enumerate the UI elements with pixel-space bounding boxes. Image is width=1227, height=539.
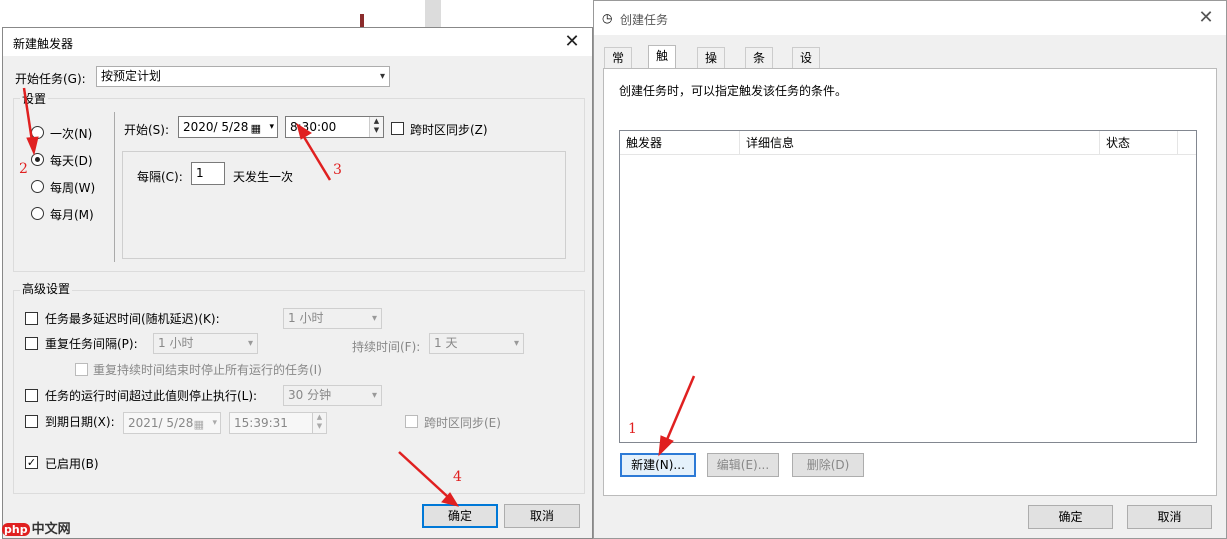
annotation-arrowhead-1: [658, 435, 674, 457]
annotation-layer: [22, 87, 696, 507]
annotation-arrow-1: [664, 375, 696, 443]
annotation-4: 4: [453, 469, 462, 485]
watermark-logo: php 中文网: [2, 518, 71, 537]
annotation-2: 2: [19, 161, 28, 177]
watermark-text: 中文网: [31, 522, 71, 537]
annotation-arrow-4: [398, 451, 449, 498]
annotation-arrow-2: [22, 87, 34, 142]
annotation-arrow-3: [302, 136, 332, 181]
annotation-arrowhead-3: [296, 122, 312, 140]
annotation-arrowhead-2: [26, 136, 39, 156]
annotation-3: 3: [333, 162, 342, 178]
watermark-badge: php: [2, 523, 30, 536]
annotation-1: 1: [628, 421, 637, 437]
